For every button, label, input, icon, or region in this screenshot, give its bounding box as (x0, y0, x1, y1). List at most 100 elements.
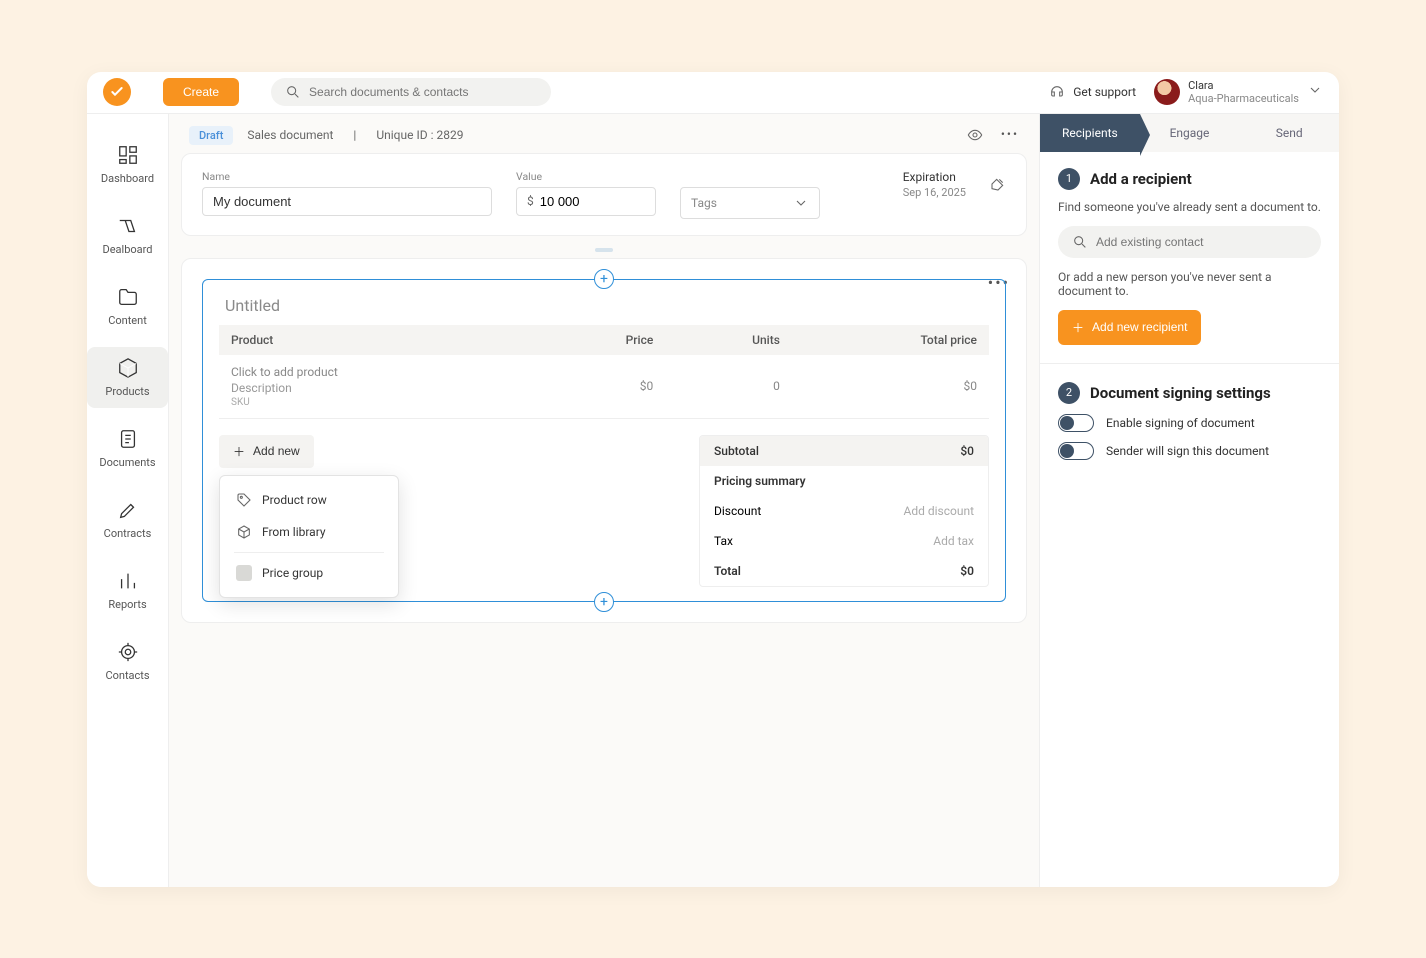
add-block-below-button[interactable]: + (594, 592, 614, 612)
sidebar-item-documents[interactable]: Documents (87, 418, 168, 479)
more-button[interactable]: ••• (1001, 127, 1019, 143)
tab-send[interactable]: Send (1239, 114, 1339, 152)
product-table: Product Price Units Total price Click to… (219, 325, 989, 419)
sidebar-item-label: Products (105, 385, 149, 398)
discount-label: Discount (714, 504, 761, 518)
total-label: Total (714, 564, 741, 578)
contact-search-input[interactable] (1096, 235, 1307, 249)
name-field: Name (202, 170, 492, 216)
cube-icon (236, 524, 252, 540)
toggle-sender-sign: Sender will sign this document (1058, 442, 1321, 460)
sidebar-item-label: Dealboard (103, 243, 153, 256)
sidebar-item-label: Dashboard (101, 172, 154, 185)
add-new-wrap: ＋ Add new Product row From li (219, 435, 314, 468)
tax-label: Tax (714, 534, 733, 548)
value-input[interactable] (540, 194, 645, 209)
headset-icon (1049, 84, 1065, 100)
add-discount-button[interactable]: Add discount (903, 504, 974, 518)
value-input-wrap[interactable]: $ (516, 187, 656, 216)
sidebar-item-label: Contacts (105, 669, 149, 682)
create-button[interactable]: Create (163, 78, 239, 106)
product-desc-placeholder: Description (231, 381, 527, 395)
toggle-enable-signing: Enable signing of document (1058, 414, 1321, 432)
get-support-button[interactable]: Get support (1049, 84, 1136, 100)
plus-icon: ＋ (1072, 319, 1084, 336)
sidebar-item-products[interactable]: Products (87, 347, 168, 408)
toggle-enable-signing-switch[interactable] (1058, 414, 1094, 432)
topbar-right: Get support Clara Aqua-Pharmaceuticals (1049, 79, 1323, 105)
chevron-down-icon (1307, 82, 1323, 102)
add-new-label: Add new (253, 444, 300, 458)
sidebar-item-label: Reports (108, 598, 146, 611)
tab-engage[interactable]: Engage (1140, 114, 1240, 152)
toggle-sender-sign-switch[interactable] (1058, 442, 1094, 460)
add-tax-button[interactable]: Add tax (933, 534, 974, 548)
section-2-title: Document signing settings (1090, 384, 1271, 402)
contact-search[interactable] (1058, 226, 1321, 258)
preview-button[interactable] (967, 127, 983, 143)
plus-icon: ＋ (233, 443, 245, 460)
add-recipient-button[interactable]: ＋ Add new recipient (1058, 310, 1201, 345)
user-name: Clara (1188, 79, 1299, 92)
tags-field: Tags (680, 170, 820, 219)
doc-type-label: Sales document (247, 128, 333, 142)
summary-head: Pricing summary (700, 466, 988, 496)
expiration-label: Expiration (903, 170, 966, 184)
product-block: + Untitled Product Price Units Total pri… (202, 279, 1006, 602)
table-row[interactable]: Click to add product Description SKU $0 … (219, 355, 989, 419)
edit-expiration-button[interactable] (990, 176, 1006, 196)
sidebar-item-dashboard[interactable]: Dashboard (87, 134, 168, 195)
sidebar-item-content[interactable]: Content (87, 276, 168, 337)
cell-units[interactable]: 0 (665, 355, 792, 419)
unique-id-label: Unique ID : 2829 (376, 128, 463, 142)
body: Dashboard Dealboard Content Products Doc… (87, 114, 1339, 887)
add-new-button[interactable]: ＋ Add new (219, 435, 314, 468)
section-1-head: 1 Add a recipient (1058, 168, 1321, 190)
search-icon (1072, 234, 1088, 250)
sidebar-item-dealboard[interactable]: Dealboard (87, 205, 168, 266)
status-badge: Draft (189, 126, 233, 145)
expiration-date: Sep 16, 2025 (903, 186, 966, 199)
discount-row: Discount Add discount (700, 496, 988, 526)
cell-price[interactable]: $0 (539, 355, 665, 419)
total-row: Total $0 (700, 556, 988, 586)
tag-edit-icon (990, 176, 1006, 192)
canvas-card: ••• + Untitled Product Price Units Total… (181, 258, 1027, 623)
sidebar-item-contracts[interactable]: Contracts (87, 489, 168, 550)
sidebar-item-reports[interactable]: Reports (87, 560, 168, 621)
name-label: Name (202, 170, 492, 183)
product-name-placeholder: Click to add product (231, 365, 527, 379)
right-panel: Recipients Engage Send 1 Add a recipient… (1039, 114, 1339, 887)
get-support-label: Get support (1073, 85, 1136, 99)
value-field: Value $ (516, 170, 656, 216)
toggle-sender-sign-label: Sender will sign this document (1106, 444, 1269, 458)
value-label: Value (516, 170, 656, 183)
subtotal-value: $0 (960, 444, 974, 458)
dropdown-item-price-group[interactable]: Price group (228, 557, 390, 589)
user-menu[interactable]: Clara Aqua-Pharmaceuticals (1154, 79, 1323, 105)
tab-recipients[interactable]: Recipients (1040, 114, 1140, 152)
sidebar: Dashboard Dealboard Content Products Doc… (87, 114, 169, 887)
sidebar-item-contacts[interactable]: Contacts (87, 631, 168, 692)
subtotal-row: Subtotal $0 (700, 436, 988, 466)
search-input-wrap[interactable] (271, 78, 551, 106)
name-input[interactable] (202, 187, 492, 216)
add-block-above-button[interactable]: + (594, 269, 614, 289)
stepper: Recipients Engage Send (1040, 114, 1339, 152)
sidebar-item-label: Content (108, 314, 147, 327)
total-value: $0 (960, 564, 974, 578)
drag-handle[interactable] (595, 248, 613, 252)
search-input[interactable] (309, 85, 537, 99)
tags-dropdown[interactable]: Tags (680, 187, 820, 219)
avatar (1154, 79, 1180, 105)
col-product: Product (219, 325, 539, 355)
dropdown-separator (234, 552, 384, 553)
meta-card: Name Value $ Tags (181, 153, 1027, 236)
dropdown-item-from-library[interactable]: From library (228, 516, 390, 548)
dropdown-item-product-row[interactable]: Product row (228, 484, 390, 516)
tag-icon (236, 492, 252, 508)
logo (103, 78, 131, 106)
step-badge-2: 2 (1058, 382, 1080, 404)
subtotal-label: Subtotal (714, 444, 759, 458)
app-window: Create Get support Clara Aqua-Pharmaceut… (87, 72, 1339, 887)
